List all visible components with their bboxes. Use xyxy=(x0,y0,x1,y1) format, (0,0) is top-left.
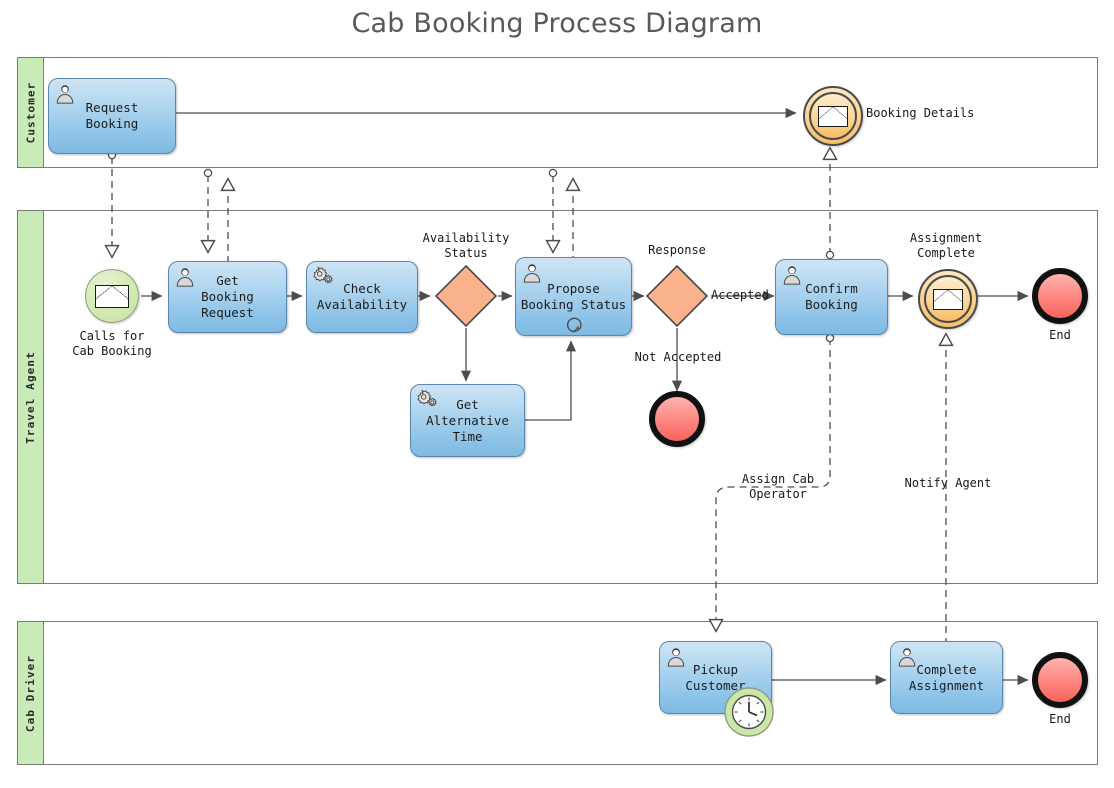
task-check-availability[interactable]: Check Availability xyxy=(306,261,418,333)
gear-icon xyxy=(313,266,333,284)
label-not-accepted: Not Accepted xyxy=(634,350,722,364)
label-travel-agent-end: End xyxy=(1049,328,1071,342)
pool-label-cab-driver: Cab Driver xyxy=(18,622,44,764)
task-label: Confirm Booking xyxy=(805,281,858,312)
inner-ring xyxy=(924,275,972,323)
task-label: Propose Booking Status xyxy=(520,280,627,312)
label-assign-cab-operator: Assign Cab Operator xyxy=(741,472,815,501)
user-icon xyxy=(667,648,685,667)
label-availability-status: Availability Status xyxy=(422,231,510,260)
inner-ring xyxy=(809,92,857,140)
clock-icon xyxy=(724,687,774,737)
task-label: Get Alternative Time xyxy=(426,396,509,444)
gateway-availability-status[interactable] xyxy=(434,264,498,328)
event-not-accepted-end[interactable] xyxy=(649,391,705,447)
page-title: Cab Booking Process Diagram xyxy=(351,8,763,39)
envelope-icon xyxy=(95,284,129,308)
task-complete-assignment[interactable]: Complete Assignment xyxy=(890,641,1003,714)
label-calls-for-cab-booking: Calls for Cab Booking xyxy=(72,329,152,358)
pool-label-travel-agent: Travel Agent xyxy=(18,211,44,583)
envelope-icon xyxy=(818,105,848,127)
task-label: Request Booking xyxy=(85,100,139,131)
user-icon xyxy=(898,648,916,667)
task-label: Get Booking Request xyxy=(201,273,254,320)
user-icon xyxy=(523,264,541,283)
user-icon xyxy=(783,266,801,285)
task-confirm-booking[interactable]: Confirm Booking xyxy=(775,259,888,335)
user-icon xyxy=(176,268,194,287)
label-assignment-complete: Assignment Complete xyxy=(909,231,983,260)
label-notify-agent: Notify Agent xyxy=(904,476,992,490)
task-propose-booking-status[interactable]: Propose Booking Status xyxy=(515,257,632,336)
pool-label-cab-driver-text: Cab Driver xyxy=(24,654,38,732)
event-travel-agent-end[interactable] xyxy=(1032,268,1088,324)
pool-label-customer-text: Customer xyxy=(24,81,37,144)
gateway-response[interactable] xyxy=(645,264,709,328)
loop-icon xyxy=(566,317,582,333)
task-request-booking[interactable]: Request Booking xyxy=(48,78,176,154)
pool-label-travel-agent-text: Travel Agent xyxy=(24,350,38,444)
user-icon xyxy=(56,85,74,104)
event-assignment-complete[interactable] xyxy=(918,269,978,329)
pool-label-customer: Customer xyxy=(18,58,44,167)
gear-icon xyxy=(417,389,437,407)
event-booking-details[interactable] xyxy=(803,86,863,146)
label-cab-driver-end: End xyxy=(1049,712,1071,726)
event-calls-for-cab-booking[interactable] xyxy=(85,269,139,323)
event-cab-driver-end[interactable] xyxy=(1032,652,1088,708)
label-response: Response xyxy=(648,243,706,257)
label-booking-details: Booking Details xyxy=(866,106,975,120)
task-get-alternative-time[interactable]: Get Alternative Time xyxy=(410,384,525,457)
envelope-icon xyxy=(933,288,963,310)
task-label: Complete Assignment xyxy=(908,661,985,693)
task-get-booking-request[interactable]: Get Booking Request xyxy=(168,261,287,333)
